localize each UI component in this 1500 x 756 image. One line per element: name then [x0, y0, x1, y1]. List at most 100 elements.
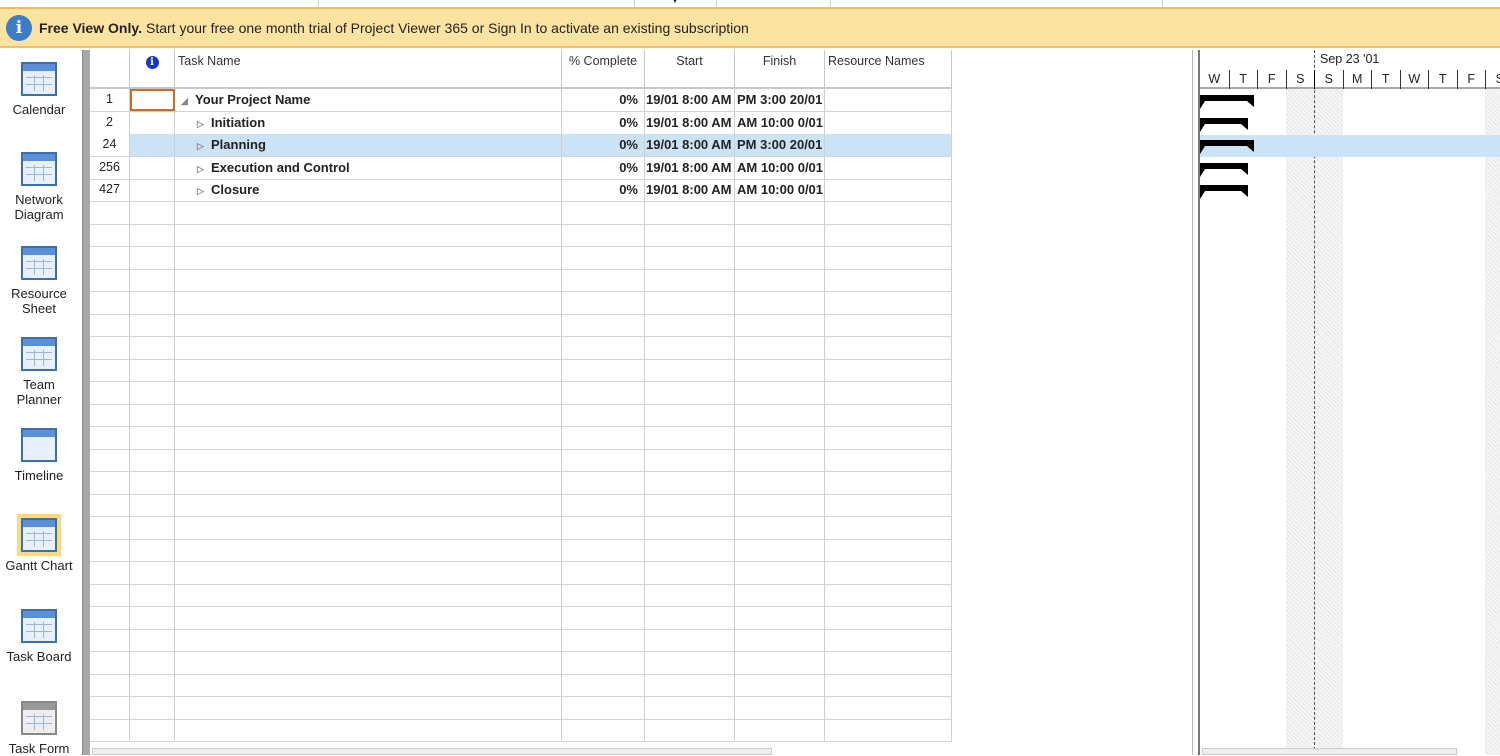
start-cell[interactable] — [645, 651, 735, 674]
summary-task-bar[interactable] — [1200, 185, 1248, 199]
summary-task-bar[interactable] — [1200, 140, 1254, 154]
resource-names-cell[interactable] — [825, 224, 952, 246]
indicator-cell[interactable] — [130, 584, 175, 606]
gantt-horizontal-scrollbar[interactable] — [1202, 748, 1457, 755]
table-row[interactable]: 2 ▷ Initiation 0% 19/01 8:00 AM 0/01 10:00 AM — [90, 111, 952, 135]
indicator-cell[interactable] — [130, 696, 175, 719]
row-id[interactable] — [90, 606, 130, 629]
start-cell[interactable] — [645, 336, 735, 359]
resource-names-cell[interactable] — [825, 179, 952, 201]
resource-names-cell[interactable] — [825, 201, 952, 224]
percent-complete-cell[interactable] — [562, 336, 645, 359]
finish-cell[interactable] — [735, 651, 825, 674]
start-cell[interactable] — [645, 449, 735, 471]
start-cell[interactable] — [645, 314, 735, 336]
task-name-cell[interactable] — [175, 404, 562, 426]
view-bar-splitter[interactable] — [82, 50, 90, 755]
start-cell[interactable] — [645, 269, 735, 291]
resource-names-cell[interactable] — [825, 449, 952, 471]
finish-cell[interactable] — [735, 471, 825, 494]
row-id[interactable] — [90, 674, 130, 696]
indicator-cell[interactable] — [130, 404, 175, 426]
resource-names-cell[interactable] — [825, 719, 952, 741]
resource-names-cell[interactable] — [825, 381, 952, 404]
percent-complete-cell[interactable] — [562, 404, 645, 426]
indicator-cell[interactable] — [130, 449, 175, 471]
finish-cell[interactable] — [735, 516, 825, 539]
indicator-cell[interactable] — [130, 314, 175, 336]
task-name-cell[interactable] — [175, 449, 562, 471]
expand-icon[interactable]: ▷ — [197, 136, 211, 156]
finish-cell[interactable] — [735, 426, 825, 449]
indicator-cell[interactable] — [130, 426, 175, 449]
view-resource-sheet[interactable]: Resource Sheet — [0, 246, 78, 316]
table-row[interactable] — [90, 291, 952, 315]
start-cell[interactable]: 19/01 8:00 AM — [645, 179, 735, 201]
table-row[interactable] — [90, 426, 952, 450]
percent-complete-cell[interactable]: 0% — [562, 89, 645, 111]
percent-complete-cell[interactable] — [562, 629, 645, 651]
finish-cell[interactable] — [735, 606, 825, 629]
task-name-cell[interactable]: ◢ Your Project Name — [175, 89, 562, 111]
table-row[interactable] — [90, 381, 952, 405]
table-row[interactable] — [90, 561, 952, 585]
percent-complete-cell[interactable] — [562, 539, 645, 561]
row-id[interactable] — [90, 494, 130, 516]
start-cell[interactable] — [645, 584, 735, 606]
task-name-cell[interactable] — [175, 314, 562, 336]
finish-cell[interactable] — [735, 224, 825, 246]
finish-cell[interactable] — [735, 201, 825, 224]
table-row[interactable] — [90, 336, 952, 360]
header-percent-complete[interactable]: % Complete — [562, 50, 645, 89]
indicator-cell[interactable] — [130, 674, 175, 696]
finish-cell[interactable] — [735, 696, 825, 719]
table-row[interactable] — [90, 516, 952, 540]
finish-cell[interactable] — [735, 381, 825, 404]
indicator-cell[interactable] — [130, 156, 175, 179]
task-name-cell[interactable] — [175, 426, 562, 449]
start-cell[interactable] — [645, 404, 735, 426]
table-row[interactable] — [90, 719, 952, 742]
percent-complete-cell[interactable] — [562, 719, 645, 741]
resource-names-cell[interactable] — [825, 606, 952, 629]
table-row[interactable] — [90, 359, 952, 382]
percent-complete-cell[interactable] — [562, 674, 645, 696]
finish-cell[interactable] — [735, 539, 825, 561]
view-gantt-chart[interactable]: Gantt Chart — [0, 514, 78, 573]
row-id[interactable]: 2 — [90, 111, 130, 134]
percent-complete-cell[interactable] — [562, 269, 645, 291]
row-id[interactable]: 256 — [90, 156, 130, 179]
table-row[interactable] — [90, 696, 952, 720]
task-name-cell[interactable] — [175, 584, 562, 606]
row-id[interactable] — [90, 246, 130, 269]
row-id[interactable] — [90, 201, 130, 224]
row-id[interactable] — [90, 516, 130, 539]
row-id[interactable] — [90, 224, 130, 246]
table-row[interactable] — [90, 404, 952, 427]
start-cell[interactable]: 19/01 8:00 AM — [645, 111, 735, 134]
start-cell[interactable] — [645, 224, 735, 246]
indicator-cell[interactable] — [130, 516, 175, 539]
finish-cell[interactable] — [735, 674, 825, 696]
start-cell[interactable] — [645, 696, 735, 719]
task-name-cell[interactable] — [175, 246, 562, 269]
collapse-icon[interactable]: ◢ — [181, 91, 195, 111]
start-cell[interactable] — [645, 719, 735, 741]
resource-names-cell[interactable] — [825, 651, 952, 674]
finish-cell[interactable] — [735, 291, 825, 314]
indicator-cell[interactable] — [130, 494, 175, 516]
row-id[interactable] — [90, 404, 130, 426]
table-row[interactable] — [90, 269, 952, 292]
header-finish[interactable]: Finish — [735, 50, 825, 89]
task-name-cell[interactable] — [175, 516, 562, 539]
view-calendar[interactable]: Calendar — [0, 62, 78, 117]
view-team-planner[interactable]: Team Planner — [0, 337, 78, 407]
view-task-form[interactable]: Task Form — [0, 701, 78, 756]
task-name-cell[interactable] — [175, 201, 562, 224]
percent-complete-cell[interactable] — [562, 224, 645, 246]
finish-cell[interactable] — [735, 314, 825, 336]
task-name-cell[interactable] — [175, 539, 562, 561]
start-cell[interactable]: 19/01 8:00 AM — [645, 89, 735, 111]
indicator-cell[interactable] — [130, 606, 175, 629]
finish-cell[interactable]: 20/01 3:00 PM — [735, 89, 825, 111]
